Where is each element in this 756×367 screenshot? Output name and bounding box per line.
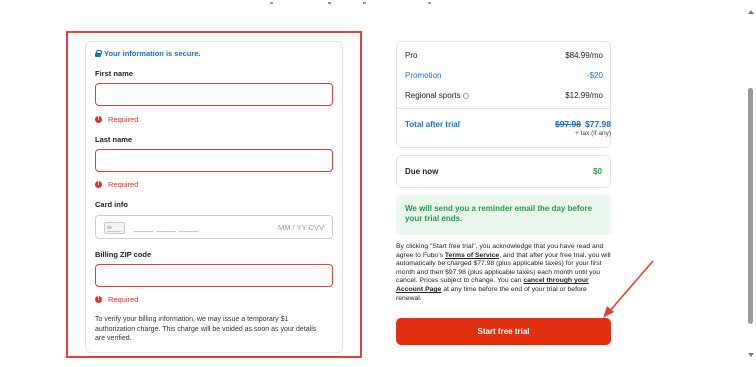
last-name-label: Last name: [95, 135, 133, 144]
total-after-trial-label: Total after trial: [405, 120, 460, 129]
summary-row-regional-sports: Regional sports $12.99/mo: [405, 91, 603, 100]
first-name-error: Required: [95, 115, 138, 124]
info-icon[interactable]: [462, 92, 469, 99]
authorization-note: To verify your billing information, we m…: [95, 316, 317, 342]
scrollbar[interactable]: [743, 0, 756, 367]
row-label: Regional sports: [405, 91, 461, 100]
total-new-price: $77.98: [585, 119, 611, 129]
start-free-trial-button[interactable]: Start free trial: [396, 318, 611, 345]
first-name-input[interactable]: [95, 83, 333, 106]
error-icon: [95, 295, 102, 304]
error-text: Required: [108, 295, 139, 304]
tax-note: + tax (if any): [575, 130, 611, 137]
top-cutoff-text: [268, 2, 468, 6]
zip-input[interactable]: [95, 264, 333, 287]
total-after-trial-value: $97.98 $77.98: [555, 119, 611, 129]
last-name-input[interactable]: [95, 149, 333, 172]
card-info-label: Card info: [95, 200, 128, 209]
reminder-banner: We will send you a reminder email the da…: [396, 195, 611, 235]
terms-of-service-link[interactable]: Terms of Service: [445, 252, 499, 259]
error-icon: [95, 180, 102, 189]
summary-divider: [396, 108, 611, 109]
due-now-value: $0: [593, 167, 602, 176]
total-old-price: $97.98: [555, 119, 581, 129]
due-now-label: Due now: [405, 167, 439, 176]
summary-row-pro: Pro $84.99/mo: [405, 51, 603, 60]
row-label: Pro: [405, 51, 418, 60]
row-label: Promotion: [405, 71, 442, 80]
last-name-error: Required: [95, 180, 138, 189]
scroll-up-icon[interactable]: [748, 10, 754, 14]
summary-row-promotion: Promotion -$20: [405, 71, 603, 80]
zip-label: Billing ZIP code: [95, 250, 152, 259]
lock-icon: [95, 50, 102, 57]
legal-text: By clicking "Start free trial", you ackn…: [396, 243, 614, 303]
credit-card-icon: [104, 222, 125, 234]
scroll-thumb[interactable]: [748, 88, 753, 324]
first-name-label: First name: [95, 69, 133, 78]
error-text: Required: [108, 115, 139, 124]
row-value: -$20: [586, 71, 603, 80]
annotation-arrow-icon: [603, 260, 654, 318]
zip-error: Required: [95, 295, 138, 304]
secure-text: Your information is secure.: [104, 49, 201, 58]
card-number-placeholder: ____ ____ ____: [134, 223, 199, 232]
row-value: $84.99/mo: [565, 51, 603, 60]
error-text: Required: [108, 180, 139, 189]
row-value: $12.99/mo: [565, 91, 603, 100]
card-info-input[interactable]: ____ ____ ____ MM / YY CVV: [95, 215, 333, 239]
scroll-down-icon[interactable]: [748, 353, 754, 357]
card-expiry-placeholder: MM / YY CVV: [278, 223, 324, 232]
secure-notice: Your information is secure.: [95, 49, 201, 58]
error-icon: [95, 115, 102, 124]
